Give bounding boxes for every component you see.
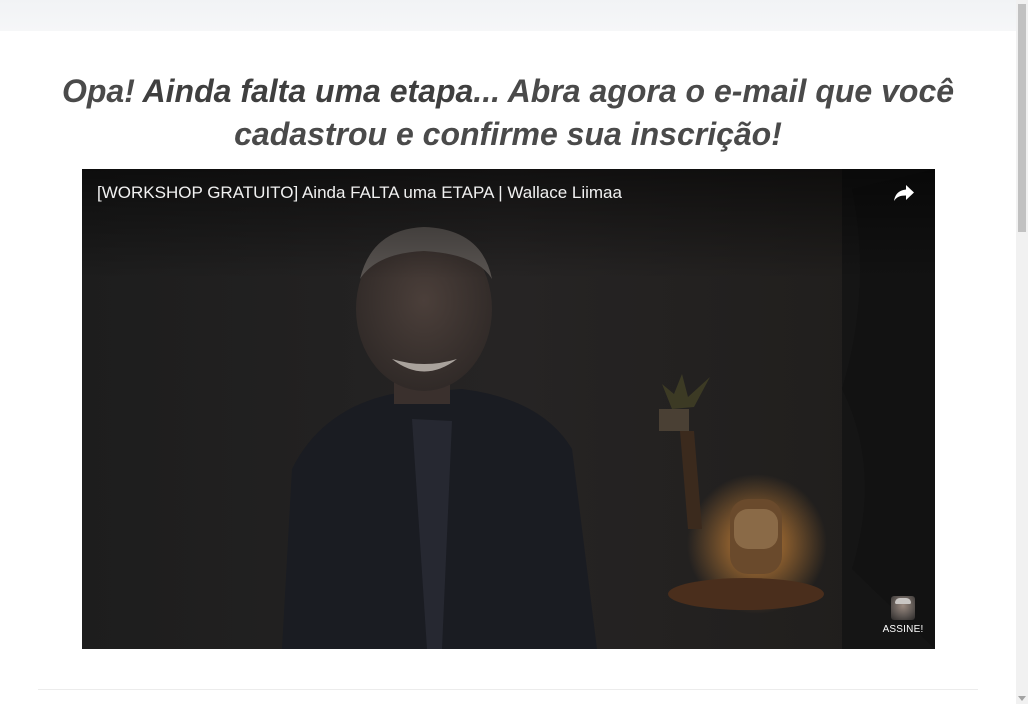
section-divider [38, 689, 978, 690]
header-banner-strip [0, 0, 1016, 31]
channel-avatar [891, 596, 915, 620]
video-title-link[interactable]: [WORKSHOP GRATUITO] Ainda FALTA uma ETAP… [97, 182, 857, 204]
share-icon [894, 185, 914, 201]
channel-subscribe-watermark[interactable]: ASSINE! [879, 596, 927, 640]
subscribe-label: ASSINE! [882, 624, 924, 635]
share-button[interactable] [886, 179, 922, 207]
youtube-video-player[interactable]: [WORKSHOP GRATUITO] Ainda FALTA uma ETAP… [82, 169, 935, 649]
scroll-down-arrow-icon[interactable] [1016, 692, 1028, 704]
headline-emphasis: Ainda falta uma etapa [142, 73, 474, 109]
page-scrollbar[interactable] [1016, 0, 1028, 704]
page-headline: Opa! Ainda falta uma etapa... Abra agora… [40, 70, 976, 156]
scrollbar-thumb[interactable] [1018, 4, 1026, 232]
headline-intro: Opa! [61, 73, 143, 109]
